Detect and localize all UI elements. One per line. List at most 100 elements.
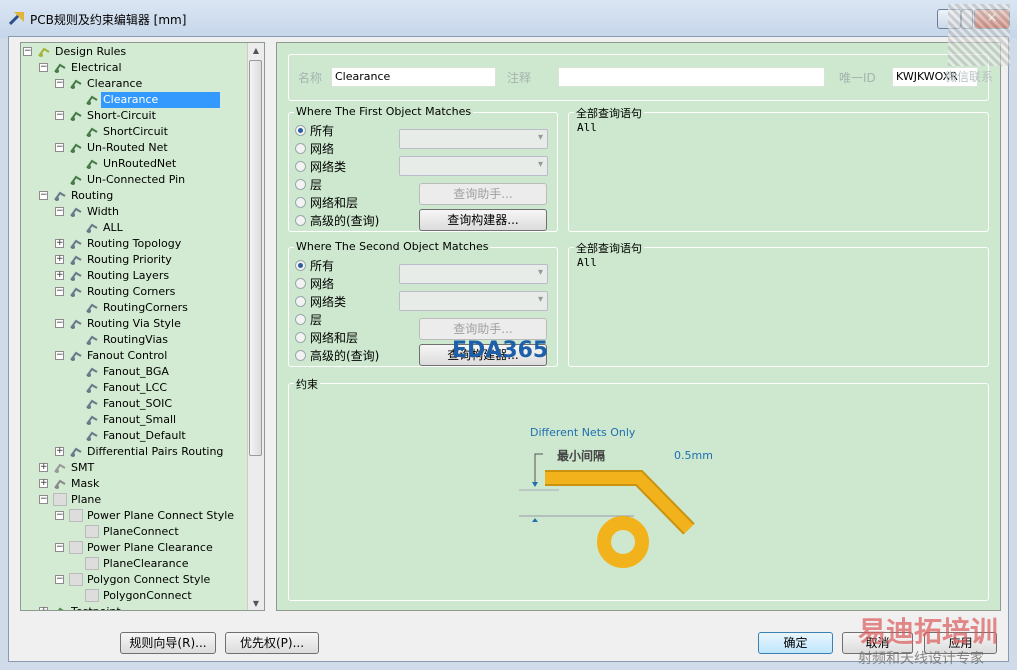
collapse-icon[interactable]: −: [55, 351, 64, 360]
ok-button[interactable]: 确定: [758, 632, 833, 654]
expand-icon[interactable]: +: [55, 447, 64, 456]
collapse-icon[interactable]: −: [55, 111, 64, 120]
radio-icon[interactable]: [295, 296, 306, 307]
collapse-icon[interactable]: −: [39, 495, 48, 504]
expand-icon[interactable]: +: [39, 463, 48, 472]
expand-icon[interactable]: +: [39, 479, 48, 488]
second-match-option[interactable]: 网络类: [295, 294, 346, 310]
first-netclass-combo[interactable]: [399, 156, 548, 176]
tree-item[interactable]: − Polygon Connect Style: [21, 572, 247, 588]
collapse-icon[interactable]: −: [39, 63, 48, 72]
tree-item[interactable]: − Un-Routed Net: [21, 140, 247, 156]
radio-icon[interactable]: [295, 260, 306, 271]
collapse-icon[interactable]: −: [55, 143, 64, 152]
tree-item[interactable]: + SMT: [21, 460, 247, 476]
radio-icon[interactable]: [295, 314, 306, 325]
scroll-down-icon[interactable]: ▼: [248, 599, 264, 608]
collapse-icon[interactable]: −: [55, 511, 64, 520]
second-netclass-combo[interactable]: [399, 291, 548, 311]
expand-icon[interactable]: +: [55, 239, 64, 248]
tree-item[interactable]: RoutingCorners: [21, 300, 247, 316]
second-match-option[interactable]: 所有: [295, 258, 334, 274]
minimize-button[interactable]: [937, 9, 961, 29]
expand-icon[interactable]: +: [55, 255, 64, 264]
cancel-button[interactable]: 取消: [842, 632, 913, 654]
radio-icon[interactable]: [295, 143, 306, 154]
second-match-option[interactable]: 高级的(查询): [295, 348, 379, 364]
tree-item[interactable]: ALL: [21, 220, 247, 236]
priority-button[interactable]: 优先权(P)...: [225, 632, 319, 654]
collapse-icon[interactable]: −: [55, 575, 64, 584]
radio-icon[interactable]: [295, 125, 306, 136]
tree-item[interactable]: + Mask: [21, 476, 247, 492]
first-match-option[interactable]: 所有: [295, 123, 334, 139]
tree-item[interactable]: + Routing Topology: [21, 236, 247, 252]
first-query-helper-button[interactable]: 查询助手...: [419, 183, 547, 205]
rules-tree[interactable]: − Design Rules − Electrical − Clearance Cleara…: [20, 42, 265, 611]
radio-icon[interactable]: [295, 278, 306, 289]
first-net-combo[interactable]: [399, 129, 548, 149]
collapse-icon[interactable]: −: [55, 543, 64, 552]
radio-icon[interactable]: [295, 350, 306, 361]
second-query-text[interactable]: All: [577, 256, 597, 269]
tree-item[interactable]: − Plane: [21, 492, 247, 508]
collapse-icon[interactable]: −: [55, 287, 64, 296]
tree-item[interactable]: − Routing Via Style: [21, 316, 247, 332]
tree-item[interactable]: − Fanout Control: [21, 348, 247, 364]
tree-item[interactable]: Fanout_SOIC: [21, 396, 247, 412]
second-query-helper-button[interactable]: 查询助手...: [419, 318, 547, 340]
tree-item[interactable]: + Routing Layers: [21, 268, 247, 284]
tree-item[interactable]: PolygonConnect: [21, 588, 247, 604]
tree-item[interactable]: − Clearance: [21, 76, 247, 92]
first-match-option[interactable]: 高级的(查询): [295, 213, 379, 229]
tree-item[interactable]: − Routing: [21, 188, 247, 204]
radio-icon[interactable]: [295, 197, 306, 208]
second-match-option[interactable]: 层: [295, 312, 322, 328]
second-query-builder-button[interactable]: 查询构建器...: [419, 344, 547, 366]
tree-item[interactable]: Clearance: [21, 92, 247, 108]
tree-item[interactable]: + Testpoint: [21, 604, 247, 610]
tree-item[interactable]: Fanout_BGA: [21, 364, 247, 380]
rule-wizard-button[interactable]: 规则向导(R)...: [120, 632, 216, 654]
tree-item[interactable]: Fanout_LCC: [21, 380, 247, 396]
close-button[interactable]: ✕: [974, 9, 1010, 29]
tree-scrollbar-thumb[interactable]: [249, 60, 262, 456]
tree-item[interactable]: − Design Rules: [21, 44, 247, 60]
tree-item[interactable]: UnRoutedNet: [21, 156, 247, 172]
first-match-option[interactable]: 网络类: [295, 159, 346, 175]
second-net-combo[interactable]: [399, 264, 548, 284]
first-match-option[interactable]: 网络: [295, 141, 334, 157]
expand-icon[interactable]: +: [39, 607, 48, 610]
tree-item[interactable]: − Power Plane Clearance: [21, 540, 247, 556]
collapse-icon[interactable]: −: [39, 191, 48, 200]
radio-icon[interactable]: [295, 161, 306, 172]
radio-icon[interactable]: [295, 332, 306, 343]
tree-item[interactable]: + Differential Pairs Routing: [21, 444, 247, 460]
second-match-option[interactable]: 网络: [295, 276, 334, 292]
maximize-button[interactable]: [961, 9, 973, 29]
tree-item[interactable]: − Routing Corners: [21, 284, 247, 300]
expand-icon[interactable]: +: [55, 271, 64, 280]
collapse-icon[interactable]: −: [55, 79, 64, 88]
comment-input[interactable]: [558, 67, 825, 87]
tree-item[interactable]: PlaneClearance: [21, 556, 247, 572]
net-scope-link[interactable]: Different Nets Only: [530, 426, 635, 439]
tree-item[interactable]: Un-Connected Pin: [21, 172, 247, 188]
tree-item[interactable]: PlaneConnect: [21, 524, 247, 540]
tree-item[interactable]: ShortCircuit: [21, 124, 247, 140]
second-match-option[interactable]: 网络和层: [295, 330, 358, 346]
radio-icon[interactable]: [295, 215, 306, 226]
tree-item[interactable]: Fanout_Default: [21, 428, 247, 444]
tree-item[interactable]: Fanout_Small: [21, 412, 247, 428]
name-input[interactable]: Clearance: [331, 67, 496, 87]
tree-item[interactable]: − Width: [21, 204, 247, 220]
tree-item[interactable]: RoutingVias: [21, 332, 247, 348]
radio-icon[interactable]: [295, 179, 306, 190]
first-query-builder-button[interactable]: 查询构建器...: [419, 209, 547, 231]
unique-id-input[interactable]: KWJKWOXR: [892, 67, 978, 87]
first-query-text[interactable]: All: [577, 121, 597, 134]
tree-item[interactable]: − Power Plane Connect Style: [21, 508, 247, 524]
collapse-icon[interactable]: −: [55, 207, 64, 216]
tree-item[interactable]: − Electrical: [21, 60, 247, 76]
collapse-icon[interactable]: −: [55, 319, 64, 328]
